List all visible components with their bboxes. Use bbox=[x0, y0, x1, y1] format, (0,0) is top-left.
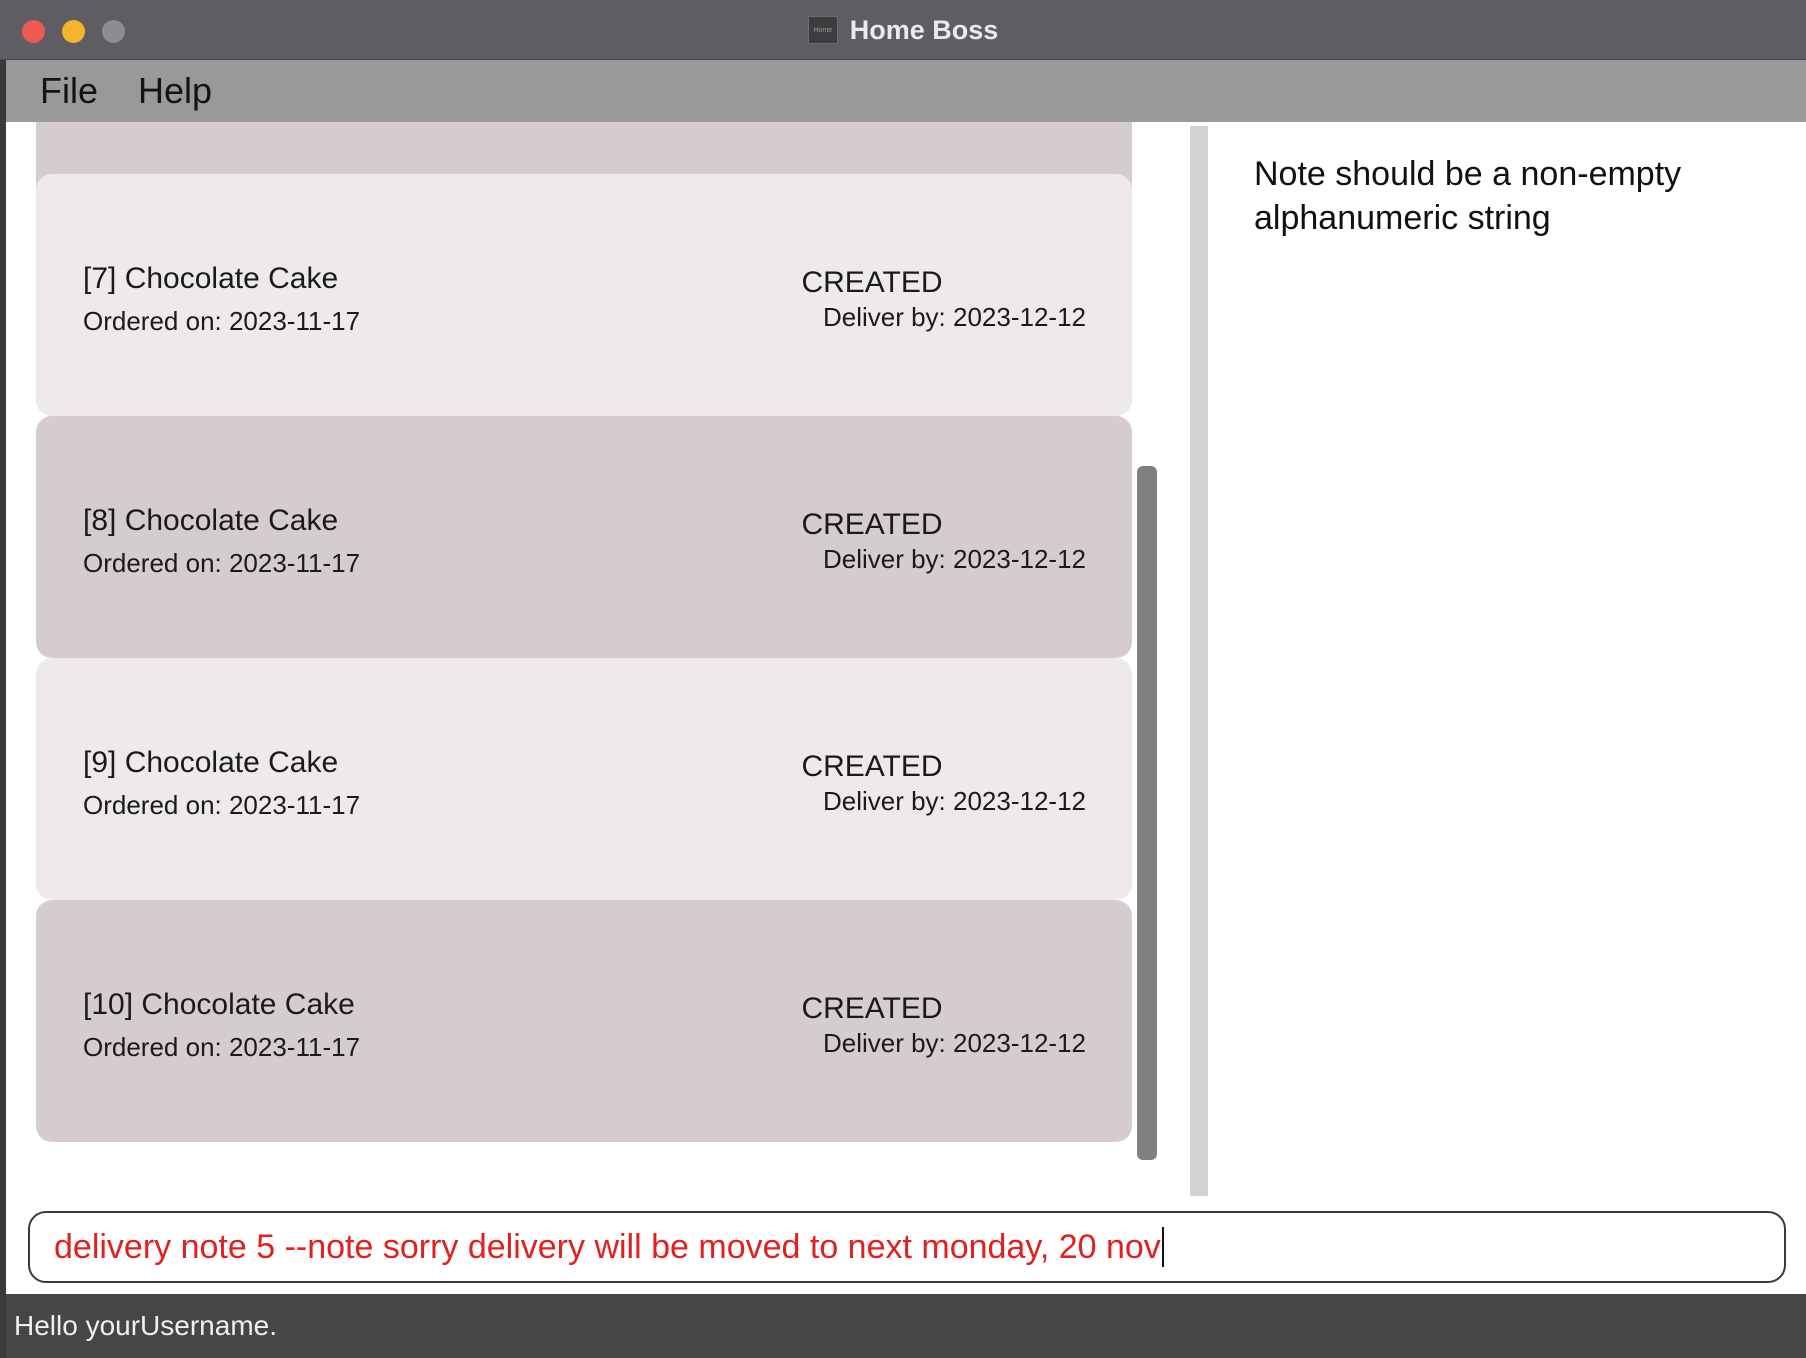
delivery-deliver-by: Deliver by: 2023-12-12 bbox=[822, 786, 1086, 816]
app-icon-text: Home bbox=[813, 26, 833, 34]
delivery-deliver-by: Deliver by: 2023-12-12 bbox=[822, 544, 1086, 574]
delivery-ordered-date: Ordered on: 2023-11-17 bbox=[83, 1032, 361, 1062]
delivery-title: [10] Chocolate Cake bbox=[83, 988, 355, 1021]
menu-bar: File Help bbox=[6, 60, 1806, 122]
panel-splitter[interactable] bbox=[1190, 126, 1208, 1196]
window-title: Home Boss bbox=[849, 14, 999, 45]
delivery-status: CREATED bbox=[801, 750, 943, 783]
delivery-status: CREATED bbox=[801, 992, 943, 1025]
delivery-status: CREATED bbox=[801, 266, 943, 299]
delivery-list-panel[interactable]: [7] Chocolate Cake Ordered on: 2023-11-1… bbox=[6, 122, 1190, 1200]
delivery-card[interactable]: [8] Chocolate Cake Ordered on: 2023-11-1… bbox=[36, 416, 1132, 658]
delivery-ordered-date: Ordered on: 2023-11-17 bbox=[83, 306, 361, 336]
result-panel: Note should be a non-empty alphanumeric … bbox=[1208, 122, 1806, 1200]
delivery-title: [8] Chocolate Cake bbox=[83, 504, 339, 537]
delivery-ordered-date: Ordered on: 2023-11-17 bbox=[83, 790, 361, 820]
command-area: delivery note 5 --note sorry delivery wi… bbox=[6, 1200, 1806, 1294]
delivery-card[interactable]: [9] Chocolate Cake Ordered on: 2023-11-1… bbox=[36, 658, 1132, 900]
menu-help[interactable]: Help bbox=[138, 70, 212, 112]
title-bar[interactable]: Home Home Boss bbox=[0, 0, 1806, 60]
app-icon: Home bbox=[807, 16, 838, 44]
title-wrap: Home Home Boss bbox=[0, 0, 1806, 60]
command-input[interactable]: delivery note 5 --note sorry delivery wi… bbox=[28, 1211, 1786, 1283]
delivery-title: [9] Chocolate Cake bbox=[83, 746, 339, 779]
delivery-deliver-by: Deliver by: 2023-12-12 bbox=[822, 1028, 1086, 1058]
text-caret bbox=[1161, 1227, 1164, 1267]
delivery-ordered-date: Ordered on: 2023-11-17 bbox=[83, 548, 361, 578]
command-text: delivery note 5 --note sorry delivery wi… bbox=[54, 1227, 1161, 1266]
menu-file[interactable]: File bbox=[40, 70, 98, 112]
delivery-status: CREATED bbox=[801, 508, 943, 541]
status-message: Hello yourUsername. bbox=[14, 1310, 277, 1341]
delivery-card[interactable]: [7] Chocolate Cake Ordered on: 2023-11-1… bbox=[36, 174, 1132, 416]
delivery-card[interactable]: [10] Chocolate Cake Ordered on: 2023-11-… bbox=[36, 900, 1132, 1142]
delivery-title: [7] Chocolate Cake bbox=[83, 262, 339, 295]
list-scrollbar[interactable] bbox=[1137, 466, 1157, 1160]
app-window: Home Home Boss File Help [7] Chocolate C… bbox=[0, 0, 1806, 1358]
result-message: Note should be a non-empty alphanumeric … bbox=[1254, 155, 1682, 237]
delivery-deliver-by: Deliver by: 2023-12-12 bbox=[822, 302, 1086, 332]
status-bar: Hello yourUsername. bbox=[6, 1294, 1806, 1358]
